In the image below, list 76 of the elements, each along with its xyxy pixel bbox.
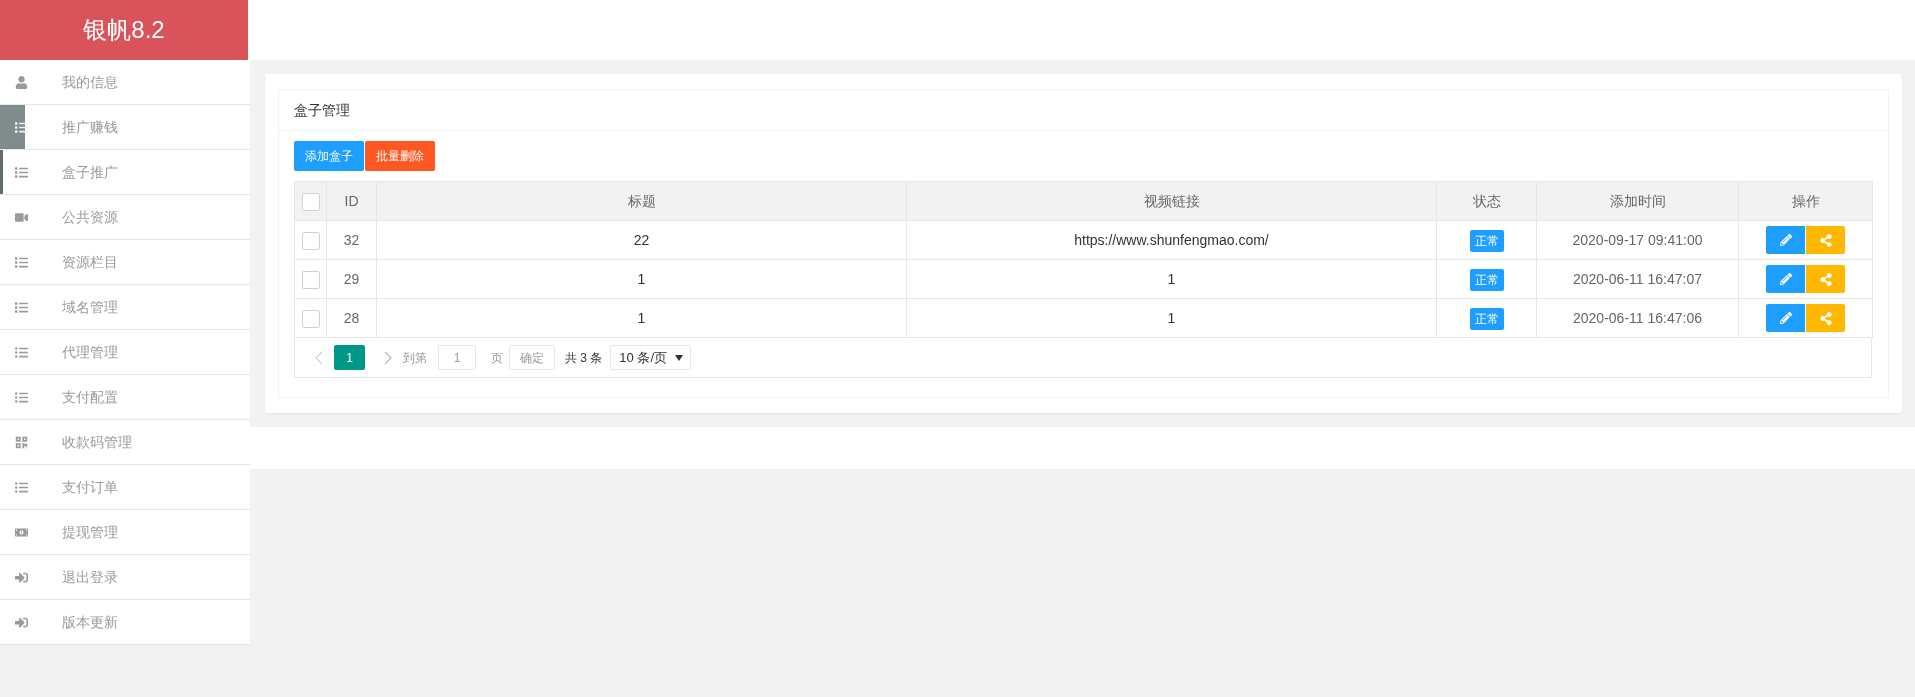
pencil-icon bbox=[1779, 234, 1792, 246]
table-cell: 2020-09-17 09:41:00 bbox=[1536, 220, 1739, 260]
column-header: 状态 bbox=[1436, 181, 1537, 221]
pencil-icon bbox=[1779, 273, 1792, 285]
sign-in-icon bbox=[15, 570, 28, 584]
user-icon bbox=[15, 75, 28, 89]
column-header: 标题 bbox=[376, 181, 907, 221]
panel-title: 盒子管理 bbox=[279, 90, 1888, 131]
page-size-select[interactable]: 10 条/页 bbox=[610, 345, 692, 370]
column-header: ID bbox=[326, 181, 377, 221]
share-button[interactable] bbox=[1806, 304, 1845, 332]
total-count: 共 3 条 bbox=[565, 349, 603, 367]
table-cell: 32 bbox=[326, 220, 377, 260]
status-badge: 正常 bbox=[1469, 307, 1504, 330]
checkbox[interactable] bbox=[301, 192, 320, 211]
table-cell: 1 bbox=[376, 259, 907, 299]
page-suffix: 页 bbox=[491, 349, 503, 367]
list-icon bbox=[15, 300, 28, 314]
previous-page-icon[interactable] bbox=[315, 350, 323, 365]
edit-button[interactable] bbox=[1766, 265, 1805, 293]
bulleted-list-icon bbox=[15, 390, 28, 404]
table-cell: https://www.shunfengmao.com/ bbox=[906, 220, 1437, 260]
page-number[interactable]: 1 bbox=[334, 345, 365, 370]
edit-button[interactable] bbox=[1766, 226, 1805, 254]
sidebar-item[interactable]: 公共资源 bbox=[0, 195, 250, 240]
table-cell: 1 bbox=[376, 298, 907, 338]
share-icon bbox=[1819, 272, 1832, 286]
table-cell: 29 bbox=[326, 259, 377, 299]
checkbox[interactable] bbox=[301, 231, 320, 250]
column-header: 添加时间 bbox=[1536, 181, 1739, 221]
table-cell: 22 bbox=[376, 220, 907, 260]
table-cell: 2020-06-11 16:47:06 bbox=[1536, 298, 1739, 338]
edit-button[interactable] bbox=[1766, 304, 1805, 332]
checkbox[interactable] bbox=[301, 309, 320, 328]
share-button[interactable] bbox=[1806, 226, 1845, 254]
list-icon bbox=[15, 165, 28, 179]
app-title: 银帆8.2 bbox=[0, 0, 248, 60]
video-camera-icon bbox=[15, 210, 28, 224]
sidebar-item[interactable]: 盒子推广 bbox=[0, 150, 250, 195]
sidebar-item[interactable]: 代理管理 bbox=[0, 330, 250, 375]
column-header: 操作 bbox=[1738, 181, 1873, 221]
table-cell: 1 bbox=[906, 259, 1437, 299]
goto-label: 到第 bbox=[403, 349, 427, 367]
next-page-icon[interactable] bbox=[384, 350, 392, 365]
sidebar-item[interactable]: 支付配置 bbox=[0, 375, 250, 420]
table-cell: 28 bbox=[326, 298, 377, 338]
share-icon bbox=[1819, 233, 1832, 247]
bulleted-list-icon bbox=[15, 345, 28, 359]
table-cell: 2020-06-11 16:47:07 bbox=[1536, 259, 1739, 299]
bulleted-list-icon bbox=[15, 480, 28, 494]
sidebar-item[interactable]: 我的信息 bbox=[0, 60, 250, 105]
share-button[interactable] bbox=[1806, 265, 1845, 293]
confirm-button[interactable]: 确定 bbox=[509, 345, 555, 370]
qr-code-icon bbox=[15, 435, 28, 449]
sidebar-item[interactable]: 支付订单 bbox=[0, 465, 250, 510]
checkbox[interactable] bbox=[301, 270, 320, 289]
page-input[interactable]: 1 bbox=[438, 345, 476, 370]
sidebar-item[interactable]: 收款码管理 bbox=[0, 420, 250, 465]
sidebar-item[interactable]: 提现管理 bbox=[0, 510, 250, 555]
caret-icon bbox=[675, 354, 684, 361]
share-icon bbox=[1819, 311, 1832, 325]
sidebar-item[interactable]: 资源栏目 bbox=[0, 240, 250, 285]
batch-delete-button[interactable]: 批量删除 bbox=[365, 141, 435, 171]
list-icon bbox=[15, 120, 28, 134]
sidebar-item[interactable]: 域名管理 bbox=[0, 285, 250, 330]
sidebar-item[interactable]: 版本更新 bbox=[0, 600, 250, 645]
list-icon bbox=[15, 255, 28, 269]
table-cell: 1 bbox=[906, 298, 1437, 338]
pencil-icon bbox=[1779, 312, 1792, 324]
sidebar-item[interactable]: 推广赚钱 bbox=[0, 105, 250, 150]
status-badge: 正常 bbox=[1469, 229, 1504, 252]
status-badge: 正常 bbox=[1469, 268, 1504, 291]
sign-in-icon bbox=[15, 615, 28, 629]
add-button[interactable]: 添加盒子 bbox=[294, 141, 364, 171]
sidebar-item[interactable]: 退出登录 bbox=[0, 555, 250, 600]
column-header: 视频链接 bbox=[906, 181, 1437, 221]
